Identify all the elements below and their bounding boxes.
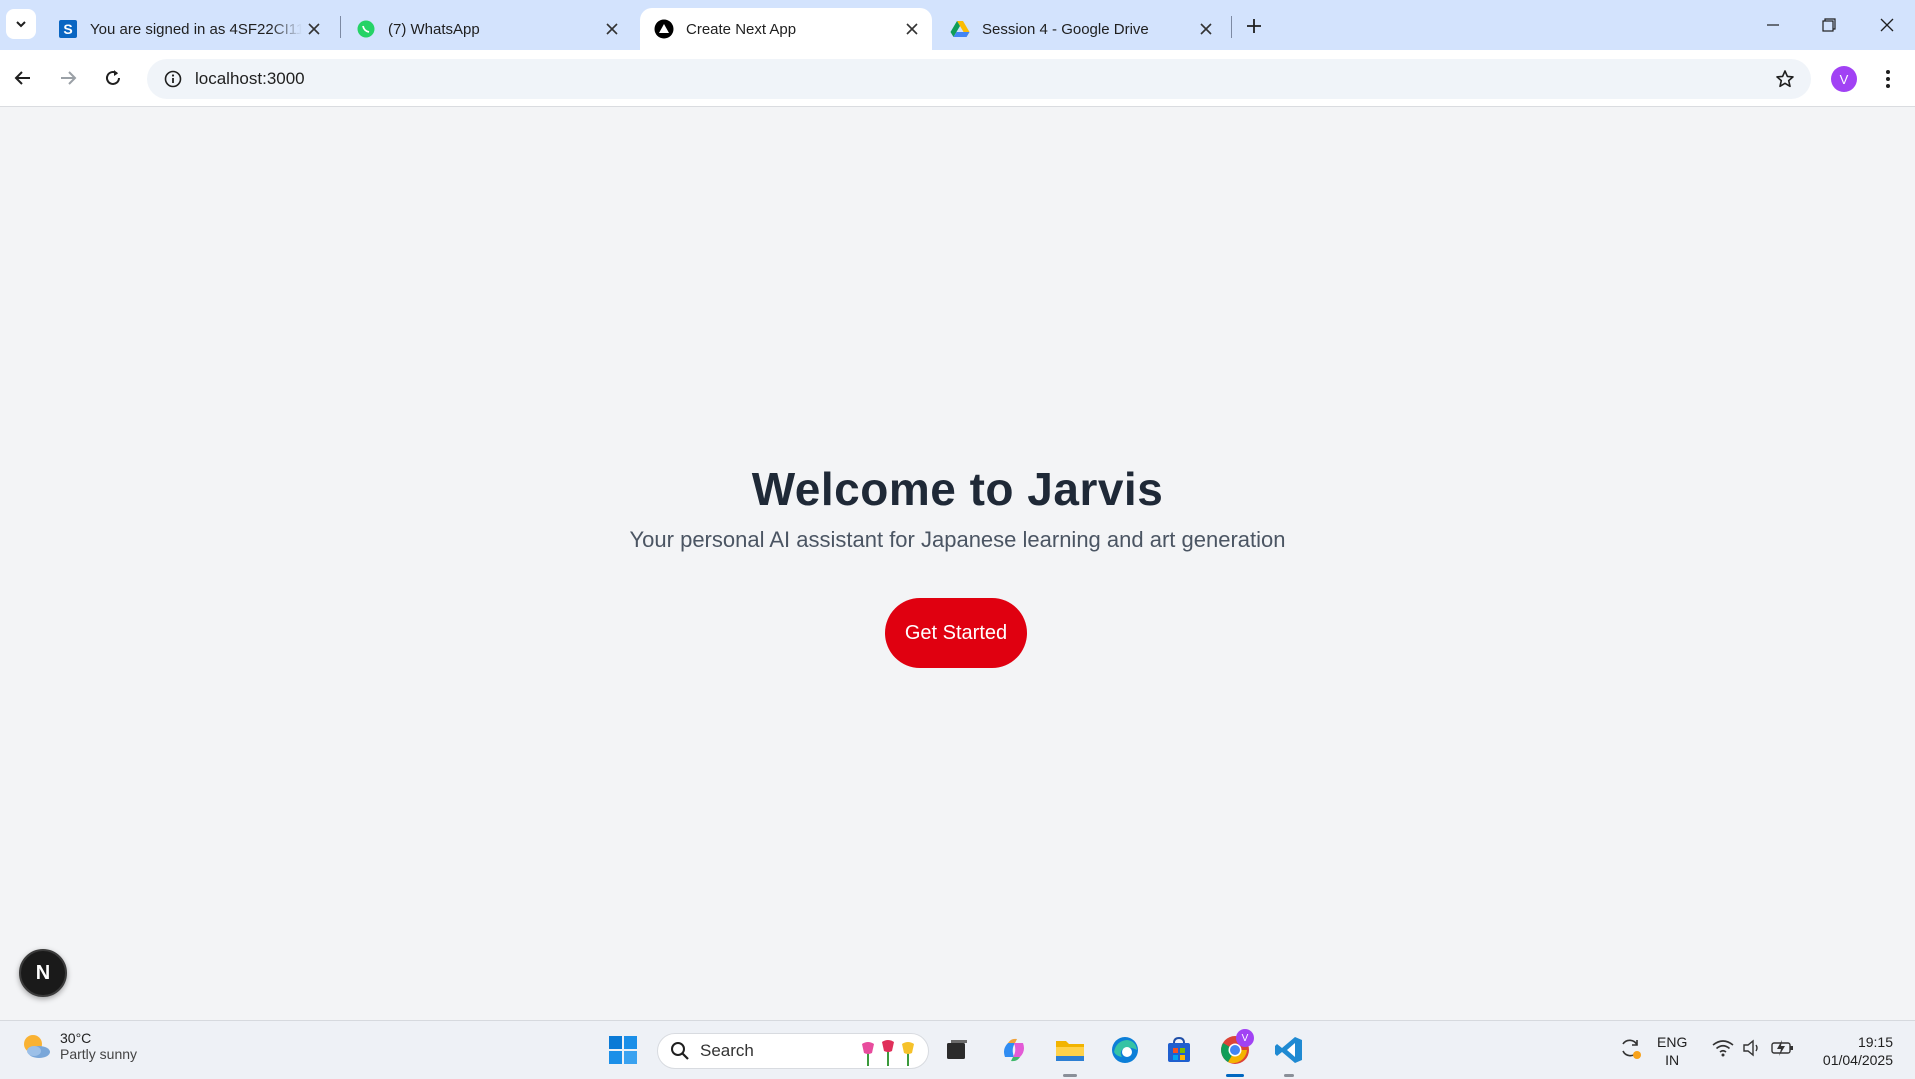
- url-text[interactable]: localhost:3000: [195, 69, 305, 89]
- profile-avatar[interactable]: V: [1831, 66, 1857, 92]
- tulips-icon: [858, 1038, 920, 1074]
- nextjs-dev-tools-button[interactable]: N: [19, 949, 67, 997]
- windows-start-icon[interactable]: [603, 1030, 643, 1070]
- restore-button[interactable]: [1801, 0, 1857, 50]
- tab-close-icon[interactable]: [302, 17, 326, 41]
- tab-title: Session 4 - Google Drive: [982, 20, 1149, 38]
- weather-temperature: 30°C: [60, 1030, 92, 1046]
- tab-close-icon[interactable]: [1194, 17, 1218, 41]
- new-tab-button[interactable]: [1240, 12, 1268, 40]
- page-content: Welcome to Jarvis Your personal AI assis…: [0, 108, 1915, 1020]
- close-icon: [1880, 18, 1894, 32]
- windows-taskbar: 30°C Partly sunny Search V ENG IN 19:15 …: [0, 1020, 1915, 1079]
- clock-date: 01/04/2025: [1822, 1052, 1893, 1068]
- chrome-profile-badge: V: [1236, 1029, 1254, 1047]
- restore-icon: [1822, 18, 1836, 32]
- reload-icon: [106, 70, 120, 85]
- nextjs-triangle-icon: [654, 19, 674, 39]
- get-started-button[interactable]: Get Started: [885, 598, 1027, 668]
- svg-text:S: S: [63, 21, 72, 37]
- plus-icon: [1247, 19, 1261, 33]
- close-window-button[interactable]: [1859, 0, 1915, 50]
- minimize-button[interactable]: [1745, 0, 1801, 50]
- search-icon: [671, 1042, 689, 1060]
- chrome-active-indicator: [1226, 1074, 1244, 1077]
- copilot-icon[interactable]: [994, 1030, 1034, 1070]
- arrow-right-icon: [61, 71, 77, 85]
- tab-google-drive[interactable]: Session 4 - Google Drive: [936, 8, 1226, 50]
- battery-charging-icon[interactable]: [1769, 1033, 1797, 1063]
- system-clock[interactable]: 19:15 01/04/2025: [1805, 1033, 1893, 1069]
- page-subtitle: Your personal AI assistant for Japanese …: [629, 527, 1286, 552]
- browser-menu-button[interactable]: [1873, 64, 1903, 94]
- reload-button[interactable]: [95, 60, 131, 96]
- kebab-menu-icon: [1886, 70, 1890, 88]
- address-bar[interactable]: localhost:3000: [147, 59, 1811, 99]
- tab-search-button[interactable]: [6, 9, 36, 39]
- clock-time: 19:15: [1857, 1034, 1893, 1050]
- tab-whatsapp[interactable]: (7) WhatsApp: [342, 8, 632, 50]
- tab-separator: [1231, 16, 1232, 38]
- tab-title: (7) WhatsApp: [388, 20, 480, 38]
- microsoft-store-icon[interactable]: [1159, 1030, 1199, 1070]
- back-button[interactable]: [5, 60, 41, 96]
- page-title: Welcome to Jarvis: [751, 463, 1164, 515]
- google-drive-icon: [950, 19, 970, 39]
- tab-strip: S You are signed in as 4SF22CI11( (7) Wh…: [0, 0, 1915, 50]
- edge-icon[interactable]: [1105, 1030, 1145, 1070]
- tab-create-next-app[interactable]: Create Next App: [640, 8, 932, 50]
- whatsapp-icon: [356, 19, 376, 39]
- tab-title: Create Next App: [686, 20, 797, 38]
- taskbar-search-label: Search: [700, 1041, 754, 1060]
- forward-button[interactable]: [50, 60, 86, 96]
- task-view-icon[interactable]: [937, 1030, 977, 1070]
- browser-toolbar: localhost:3000 V: [0, 50, 1915, 107]
- volume-icon[interactable]: [1739, 1033, 1765, 1063]
- weather-widget[interactable]: 30°C Partly sunny: [20, 1030, 137, 1062]
- partly-sunny-icon: [20, 1030, 52, 1062]
- tab-title: You are signed in as 4SF22CI11(: [90, 20, 302, 38]
- tab-signed-in[interactable]: S You are signed in as 4SF22CI11(: [44, 8, 334, 50]
- tab-close-icon[interactable]: [600, 17, 624, 41]
- taskbar-search-box[interactable]: Search: [657, 1033, 929, 1069]
- file-explorer-running-indicator: [1063, 1074, 1077, 1077]
- file-explorer-icon[interactable]: [1050, 1030, 1090, 1070]
- vscode-running-indicator: [1284, 1074, 1294, 1077]
- minimize-icon: [1767, 24, 1779, 26]
- site-info-icon[interactable]: [153, 59, 193, 99]
- bookmark-star-icon[interactable]: [1773, 67, 1797, 91]
- tab-separator: [340, 16, 341, 38]
- wifi-icon[interactable]: [1710, 1033, 1736, 1063]
- weather-description: Partly sunny: [60, 1046, 138, 1062]
- sync-icon[interactable]: [1616, 1033, 1644, 1063]
- arrow-left-icon: [14, 71, 30, 85]
- language-region: IN: [1665, 1052, 1680, 1068]
- language-code: ENG: [1657, 1034, 1688, 1050]
- chevron-down-icon: [16, 21, 26, 28]
- s-app-icon: S: [58, 19, 78, 39]
- tab-close-icon[interactable]: [900, 17, 924, 41]
- vscode-icon[interactable]: [1269, 1030, 1309, 1070]
- language-indicator[interactable]: ENG IN: [1657, 1033, 1687, 1069]
